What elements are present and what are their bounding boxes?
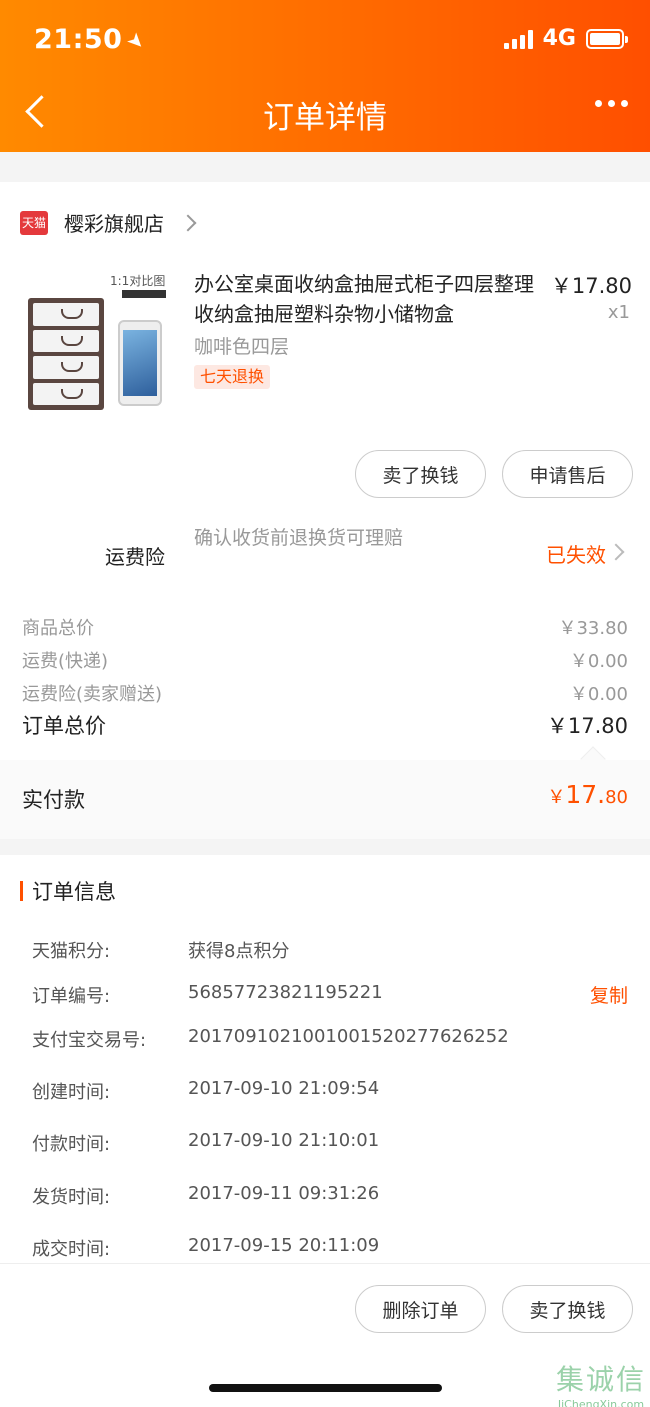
info-row-completed: 成交时间: 2017-09-15 20:11:09 — [32, 1235, 379, 1261]
watermark-text: 集诚信 — [555, 1363, 646, 1396]
info-row-alipay-number: 支付宝交易号: 2017091021001001520277626252 — [32, 1026, 509, 1052]
cost-value: ￥33.80 — [558, 618, 628, 639]
product-image[interactable]: 1:1对比图 — [24, 268, 170, 416]
freight-insurance-status[interactable]: 已失效 — [546, 539, 606, 568]
cost-value: ￥0.00 — [569, 651, 628, 672]
info-key: 发货时间: — [32, 1187, 111, 1208]
info-value: 获得8点积分 — [188, 941, 290, 962]
copy-order-number-button[interactable]: 复制 — [590, 981, 628, 1008]
cost-label: 运费(快递) — [22, 651, 109, 672]
product-title[interactable]: 办公室桌面收纳盒抽屉式柜子四层整理收纳盒抽屉塑料杂物小储物盒 — [194, 269, 544, 329]
cost-label: 商品总价 — [22, 618, 94, 639]
actual-payment-amount: ￥17.80 — [547, 780, 628, 809]
info-key: 创建时间: — [32, 1082, 111, 1103]
info-row-points: 天猫积分: 获得8点积分 — [32, 937, 289, 963]
more-options-button[interactable] — [595, 100, 628, 107]
info-key: 付款时间: — [32, 1134, 111, 1155]
info-row-created: 创建时间: 2017-09-10 21:09:54 — [32, 1078, 379, 1104]
info-key: 订单编号: — [32, 986, 111, 1007]
home-indicator[interactable] — [209, 1384, 442, 1392]
amount-decimal: 80 — [605, 787, 628, 808]
watermark-logo: 集诚信 JiChengXin.com — [556, 1358, 646, 1407]
info-key: 支付宝交易号: — [32, 1030, 147, 1051]
cost-row-insurance: 运费险(卖家赠送) ￥0.00 — [22, 680, 628, 706]
after-sale-button[interactable]: 申请售后 — [502, 450, 633, 498]
status-time: 21:50➤ — [34, 24, 152, 56]
cost-value: ￥0.00 — [569, 684, 628, 705]
battery-icon — [586, 28, 628, 49]
info-value: 2017-09-15 20:11:09 — [188, 1235, 380, 1256]
chevron-right-icon[interactable] — [607, 543, 625, 561]
product-image-phone-label — [122, 290, 166, 298]
delete-order-button[interactable]: 删除订单 — [355, 1285, 486, 1333]
product-variant: 咖啡色四层 — [194, 336, 290, 358]
cost-row-goods: 商品总价 ￥33.80 — [22, 614, 628, 640]
order-total-row: 订单总价 ￥17.80 — [22, 710, 628, 740]
order-total-value: ￥17.80 — [546, 714, 628, 738]
order-item-card: 天猫 樱彩旗舰店 1:1对比图 办公室桌面收纳盒抽屉式柜子四层整理收纳盒抽屉塑料… — [0, 182, 650, 839]
return-policy-badge: 七天退换 — [194, 365, 271, 389]
tmall-icon: 天猫 — [20, 210, 48, 235]
product-price: ￥17.80 — [550, 274, 632, 298]
signal-icon — [503, 29, 533, 49]
order-info-title: 订单信息 — [32, 880, 116, 904]
order-info-card: 订单信息 天猫积分: 获得8点积分 订单编号: 5685772382119522… — [0, 855, 650, 1263]
freight-insurance-label: 运费险 — [105, 545, 165, 569]
phone-graphic — [118, 320, 162, 406]
location-arrow-icon: ➤ — [122, 26, 152, 56]
sell-button-bottom[interactable]: 卖了换钱 — [502, 1285, 633, 1333]
header: 21:50➤ 4G 订单详情 — [0, 0, 650, 152]
cost-row-shipping: 运费(快递) ￥0.00 — [22, 647, 628, 673]
pointer-notch — [580, 746, 606, 772]
amount-integer: 17. — [565, 780, 606, 809]
info-row-paid: 付款时间: 2017-09-10 21:10:01 — [32, 1130, 379, 1156]
status-indicators: 4G — [503, 26, 628, 51]
info-value: 2017-09-10 21:10:01 — [188, 1130, 380, 1151]
info-value: 2017-09-11 09:31:26 — [188, 1183, 380, 1204]
info-value: 2017091021001001520277626252 — [188, 1026, 509, 1047]
sell-button[interactable]: 卖了换钱 — [355, 450, 486, 498]
drawer-cabinet-graphic — [28, 298, 104, 410]
info-row-shipped: 发货时间: 2017-09-11 09:31:26 — [32, 1183, 379, 1209]
status-time-text: 21:50 — [34, 24, 123, 55]
freight-insurance-description: 确认收货前退换货可理赔 — [194, 527, 404, 549]
bottom-action-bar: 删除订单 卖了换钱 集诚信 JiChengXin.com — [0, 1263, 650, 1407]
store-name[interactable]: 樱彩旗舰店 — [64, 208, 164, 237]
network-type: 4G — [542, 26, 576, 51]
info-row-order-number: 订单编号: 56857723821195221 — [32, 982, 383, 1008]
product-image-caption: 1:1对比图 — [110, 274, 166, 288]
chevron-right-icon — [179, 214, 197, 231]
product-quantity: x1 — [607, 302, 630, 323]
actual-payment-box: 实付款 ￥17.80 — [0, 746, 650, 839]
info-key: 成交时间: — [32, 1239, 111, 1260]
store-row[interactable]: 天猫 樱彩旗舰店 — [20, 208, 197, 237]
order-total-label: 订单总价 — [22, 714, 106, 738]
actual-payment-label: 实付款 — [22, 788, 85, 812]
watermark-url: JiChengXin.com — [557, 1398, 645, 1407]
cost-label: 运费险(卖家赠送) — [22, 684, 163, 705]
currency-symbol: ￥ — [547, 787, 566, 808]
info-value: 56857723821195221 — [188, 982, 383, 1003]
info-value: 2017-09-10 21:09:54 — [188, 1078, 380, 1099]
info-key: 天猫积分: — [32, 941, 111, 962]
section-accent-bar — [20, 881, 23, 901]
page-title: 订单详情 — [263, 100, 387, 136]
